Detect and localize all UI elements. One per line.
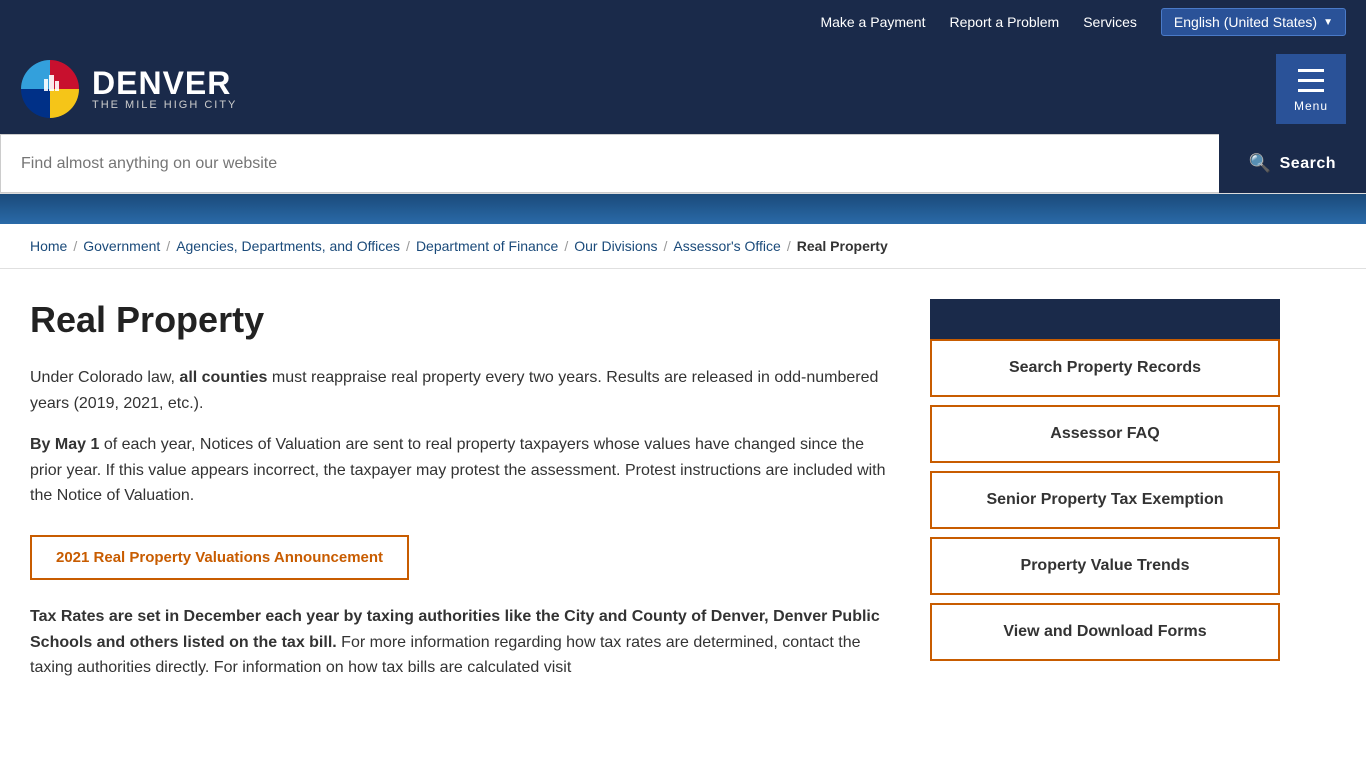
search-button[interactable]: 🔍 Search [1219, 134, 1366, 193]
breadcrumb-sep-3: / [404, 238, 412, 254]
city-tagline: THE MILE HIGH CITY [92, 99, 237, 111]
city-name: DENVER [92, 67, 237, 99]
paragraph1-suffix: must reappraise real property every two … [30, 369, 878, 412]
paragraph2-suffix: of each year, Notices of Valuation are s… [30, 436, 886, 504]
chevron-down-icon: ▼ [1323, 17, 1333, 28]
search-property-records-button[interactable]: Search Property Records [930, 339, 1280, 397]
language-button[interactable]: English (United States) ▼ [1161, 8, 1346, 36]
main-container: Real Property Under Colorado law, all co… [0, 269, 1366, 727]
bold-may1: By May 1 [30, 436, 99, 453]
breadcrumb-current: Real Property [797, 238, 888, 254]
hamburger-icon-bar2 [1298, 79, 1324, 82]
search-icon: 🔍 [1249, 153, 1272, 174]
report-problem-link[interactable]: Report a Problem [950, 14, 1060, 30]
utility-bar: Make a Payment Report a Problem Services… [0, 0, 1366, 44]
logo[interactable]: DENVER THE MILE HIGH CITY [20, 59, 237, 119]
search-bar: 🔍 Search [0, 134, 1366, 194]
page-title: Real Property [30, 299, 900, 341]
sidebar: Search Property Records Assessor FAQ Sen… [930, 299, 1280, 697]
breadcrumb-assessor[interactable]: Assessor's Office [673, 238, 780, 254]
hero-banner [0, 194, 1366, 224]
make-payment-link[interactable]: Make a Payment [820, 14, 925, 30]
breadcrumb-government[interactable]: Government [83, 238, 160, 254]
breadcrumb-divisions[interactable]: Our Divisions [574, 238, 657, 254]
content-area: Real Property Under Colorado law, all co… [30, 299, 900, 697]
breadcrumb-home[interactable]: Home [30, 238, 67, 254]
breadcrumb-sep-4: / [562, 238, 570, 254]
sidebar-header [930, 299, 1280, 339]
search-button-label: Search [1280, 155, 1336, 173]
assessor-faq-button[interactable]: Assessor FAQ [930, 405, 1280, 463]
breadcrumb-agencies[interactable]: Agencies, Departments, and Offices [176, 238, 400, 254]
paragraph-tax-rates: Tax Rates are set in December each year … [30, 604, 900, 681]
breadcrumb-sep-1: / [71, 238, 79, 254]
search-input[interactable] [0, 134, 1219, 193]
menu-button[interactable]: Menu [1276, 54, 1346, 124]
breadcrumb-finance[interactable]: Department of Finance [416, 238, 558, 254]
services-link[interactable]: Services [1083, 14, 1137, 30]
paragraph-may1: By May 1 of each year, Notices of Valuat… [30, 432, 900, 509]
breadcrumb-sep-2: / [164, 238, 172, 254]
breadcrumb-sep-5: / [661, 238, 669, 254]
view-download-forms-button[interactable]: View and Download Forms [930, 603, 1280, 661]
breadcrumb-sep-6: / [785, 238, 793, 254]
announcement-button[interactable]: 2021 Real Property Valuations Announceme… [30, 535, 409, 580]
bold-all-counties: all counties [179, 369, 267, 386]
menu-label: Menu [1294, 99, 1328, 113]
city-logo-icon [20, 59, 80, 119]
hamburger-icon-bar3 [1298, 89, 1324, 92]
property-value-trends-button[interactable]: Property Value Trends [930, 537, 1280, 595]
language-label: English (United States) [1174, 14, 1317, 30]
site-header: DENVER THE MILE HIGH CITY Menu [0, 44, 1366, 134]
hamburger-icon-bar1 [1298, 69, 1324, 72]
paragraph-counties: Under Colorado law, all counties must re… [30, 365, 900, 416]
logo-text: DENVER THE MILE HIGH CITY [92, 67, 237, 111]
breadcrumb: Home / Government / Agencies, Department… [0, 224, 1366, 269]
senior-property-tax-button[interactable]: Senior Property Tax Exemption [930, 471, 1280, 529]
